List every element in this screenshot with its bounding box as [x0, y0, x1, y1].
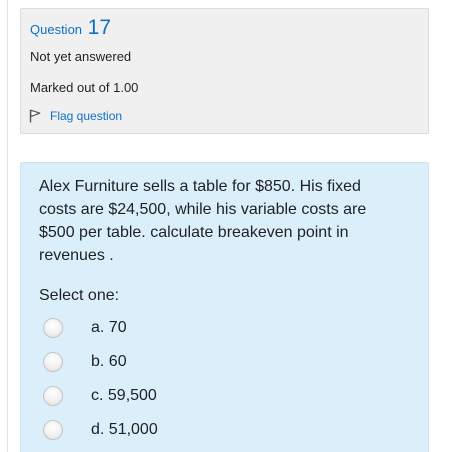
- flag-question-label: Flag question: [50, 109, 123, 123]
- answer-option-a[interactable]: a. 70: [43, 316, 127, 340]
- radio-button-d[interactable]: [43, 420, 63, 440]
- answer-option-d[interactable]: d. 51,000: [43, 418, 158, 442]
- answer-option-c[interactable]: c. 59,500: [43, 384, 157, 408]
- flag-icon: [29, 109, 41, 123]
- radio-button-b[interactable]: [43, 352, 63, 372]
- question-label: Question: [30, 22, 83, 37]
- radio-button-a[interactable]: [43, 318, 63, 338]
- answer-option-d-label: d. 51,000: [91, 421, 158, 438]
- question-info-panel: Question 17 Not yet answered Marked out …: [20, 8, 429, 134]
- content-left-border: [7, 0, 8, 452]
- answer-option-b-label: b. 60: [91, 353, 127, 370]
- quiz-page: Question 17 Not yet answered Marked out …: [0, 0, 450, 452]
- answer-option-b[interactable]: b. 60: [43, 350, 127, 374]
- question-grade: Marked out of 1.00: [30, 80, 139, 95]
- answer-option-a-label: a. 70: [91, 319, 127, 336]
- question-title: Question 17: [30, 16, 111, 40]
- question-number: 17: [87, 16, 112, 39]
- answer-option-c-label: c. 59,500: [91, 387, 157, 404]
- flag-question-link[interactable]: Flag question: [29, 109, 122, 123]
- question-state: Not yet answered: [30, 49, 132, 64]
- answer-prompt: Select one:: [39, 287, 120, 304]
- radio-button-c[interactable]: [43, 386, 63, 406]
- question-formulation: Alex Furniture sells a table for $850. H…: [20, 162, 429, 452]
- question-text: Alex Furniture sells a table for $850. H…: [39, 178, 367, 264]
